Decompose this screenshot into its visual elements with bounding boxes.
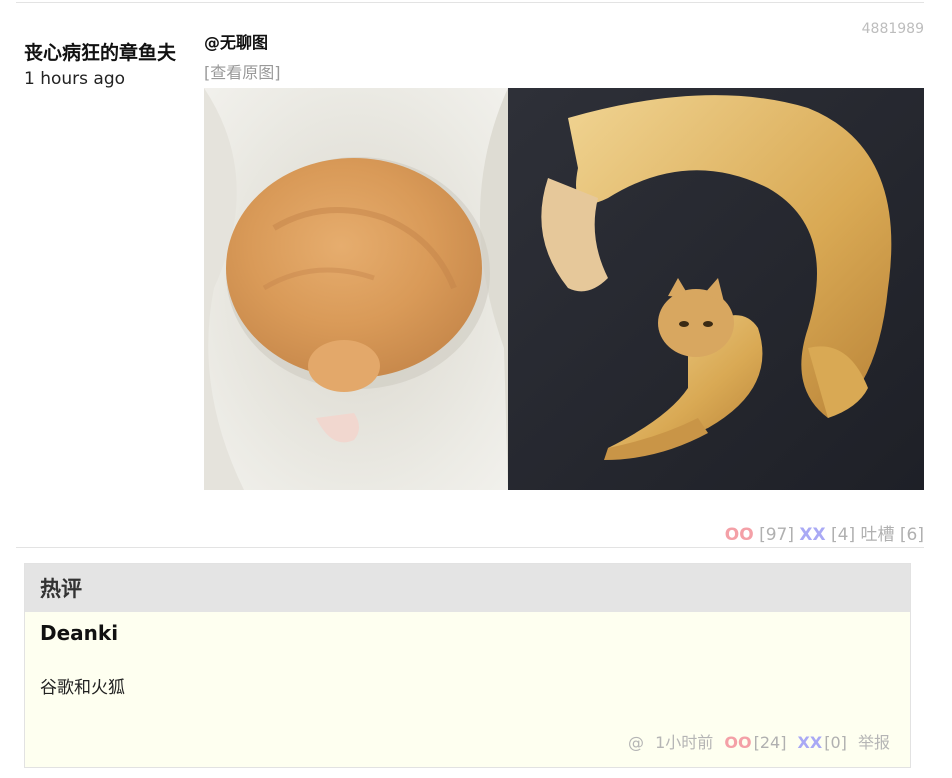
hot-comment-item: Deanki 谷歌和火狐 @ 1小时前 OO [24] XX [0] 举报 bbox=[25, 612, 910, 767]
comment-text: 谷歌和火狐 bbox=[40, 678, 125, 698]
curled-cat-svg bbox=[204, 88, 508, 490]
top-divider bbox=[16, 2, 924, 3]
stretched-cat-image bbox=[508, 88, 924, 490]
curled-cat-image bbox=[204, 88, 508, 490]
xx-button[interactable]: XX bbox=[799, 525, 825, 545]
comment-oo-count: [24] bbox=[753, 733, 787, 752]
post-content: @无聊图 [查看原图] bbox=[204, 32, 924, 490]
hot-comments-title: 热评 bbox=[25, 564, 910, 612]
comment-oo-button[interactable]: OO bbox=[724, 733, 751, 752]
mention-tag: @无聊图 bbox=[204, 33, 269, 52]
oo-count: [97] bbox=[759, 525, 794, 545]
stretched-cat-svg bbox=[508, 88, 924, 490]
reply-at-link[interactable]: @ bbox=[628, 733, 644, 752]
post-time: 1 hours ago bbox=[24, 69, 126, 89]
tucao-count: [6] bbox=[899, 525, 924, 545]
xx-count: [4] bbox=[831, 525, 856, 545]
comment-xx-button[interactable]: XX bbox=[798, 733, 823, 752]
tucao-link[interactable]: 吐槽 bbox=[861, 525, 895, 545]
comment-time: 1小时前 bbox=[655, 733, 714, 752]
section-divider bbox=[16, 547, 924, 548]
comment-xx-count: [0] bbox=[824, 733, 847, 752]
post-author-block: 丧心病狂的章鱼夫 1 hours ago bbox=[24, 40, 184, 91]
post-author-name: 丧心病狂的章鱼夫 bbox=[24, 42, 177, 64]
comment-meta-bar: @ 1小时前 OO [24] XX [0] 举报 bbox=[622, 729, 890, 753]
hot-comments-box: 热评 Deanki 谷歌和火狐 @ 1小时前 OO [24] XX [0] 举报 bbox=[24, 563, 911, 768]
oo-button[interactable]: OO bbox=[725, 525, 754, 545]
post-image[interactable] bbox=[204, 88, 924, 490]
post-vote-bar: OO [97] XX [4] 吐槽 [6] bbox=[725, 520, 924, 545]
view-original-link[interactable]: [查看原图] bbox=[204, 62, 281, 84]
comment-author: Deanki bbox=[40, 621, 119, 645]
report-link[interactable]: 举报 bbox=[858, 733, 890, 752]
